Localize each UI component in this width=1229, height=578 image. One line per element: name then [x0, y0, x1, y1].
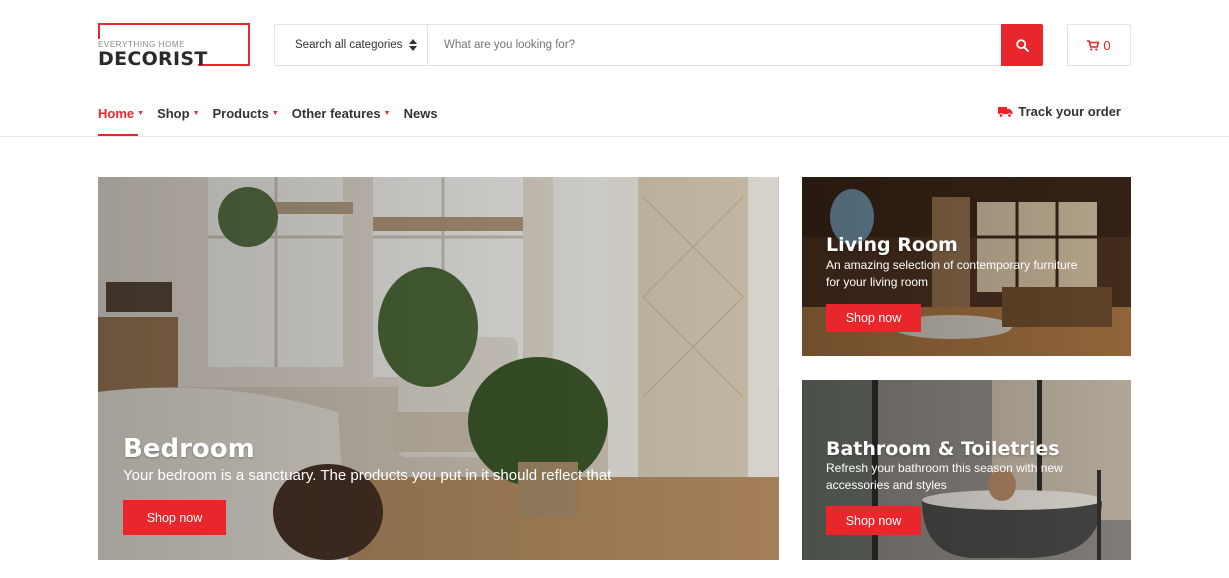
nav-item-shop[interactable]: Shop ▼ — [157, 103, 199, 123]
nav-item-other-features[interactable]: Other features ▼ — [292, 103, 391, 123]
banner-subtitle-line2: for your living room — [826, 275, 929, 289]
logo-frame — [248, 23, 250, 66]
nav-item-news[interactable]: News — [404, 103, 438, 123]
nav-item-products[interactable]: Products ▼ — [213, 103, 279, 123]
banner-bathroom[interactable]: Bathroom & Toiletries Refresh your bathr… — [802, 380, 1131, 560]
sort-arrows-icon — [409, 39, 417, 51]
banner-subtitle-line2: accessories and styles — [826, 478, 947, 492]
chevron-down-icon: ▼ — [192, 110, 200, 117]
chevron-down-icon: ▼ — [383, 110, 391, 117]
cart-count: 0 — [1103, 37, 1111, 53]
search-icon — [1015, 38, 1029, 52]
search-bar: Search all categories — [274, 24, 1043, 66]
search-input[interactable] — [428, 25, 1001, 65]
shop-now-button[interactable]: Shop now — [123, 500, 226, 535]
logo-frame — [98, 23, 100, 39]
banner-subtitle-line1: An amazing selection of contemporary fur… — [826, 258, 1078, 272]
banner-subtitle-line1: Refresh your bathroom this season with n… — [826, 461, 1063, 475]
banner-living-room[interactable]: Living Room An amazing selection of cont… — [802, 177, 1131, 356]
nav-item-label: News — [403, 105, 438, 121]
category-select[interactable]: Search all categories — [275, 25, 428, 65]
cart-icon — [1087, 39, 1100, 51]
site-logo[interactable]: EVERYTHING HOME DECORIST — [98, 23, 250, 70]
track-order-link[interactable]: Track your order — [998, 104, 1121, 119]
logo-brand: DECORIST — [98, 48, 208, 70]
category-select-label: Search all categories — [295, 39, 403, 51]
track-order-label: Track your order — [1018, 104, 1121, 119]
nav-item-home[interactable]: Home ▼ — [98, 103, 144, 123]
search-button[interactable] — [1001, 24, 1043, 66]
logo-frame — [98, 23, 250, 25]
nav-item-label: Shop — [157, 105, 190, 121]
nav-item-label: Home — [98, 105, 135, 121]
nav-item-label: Other features — [291, 105, 381, 121]
banner-title: Bathroom & Toiletries — [826, 438, 1060, 460]
truck-icon — [998, 106, 1013, 118]
shop-now-button[interactable]: Shop now — [826, 506, 921, 535]
banner-title: Living Room — [826, 234, 958, 256]
nav-item-label: Products — [212, 105, 269, 121]
cart-button[interactable]: 0 — [1067, 24, 1131, 66]
banner-title: Bedroom — [123, 434, 255, 464]
shop-now-button[interactable]: Shop now — [826, 304, 921, 332]
main-nav: Home ▼ Shop ▼ Products ▼ Other features … — [98, 103, 451, 123]
header-divider — [0, 136, 1229, 137]
banner-bedroom[interactable]: Bedroom Your bedroom is a sanctuary. The… — [98, 177, 779, 560]
chevron-down-icon: ▼ — [271, 110, 279, 117]
banner-subtitle: Your bedroom is a sanctuary. The product… — [123, 467, 612, 484]
chevron-down-icon: ▼ — [137, 110, 145, 117]
